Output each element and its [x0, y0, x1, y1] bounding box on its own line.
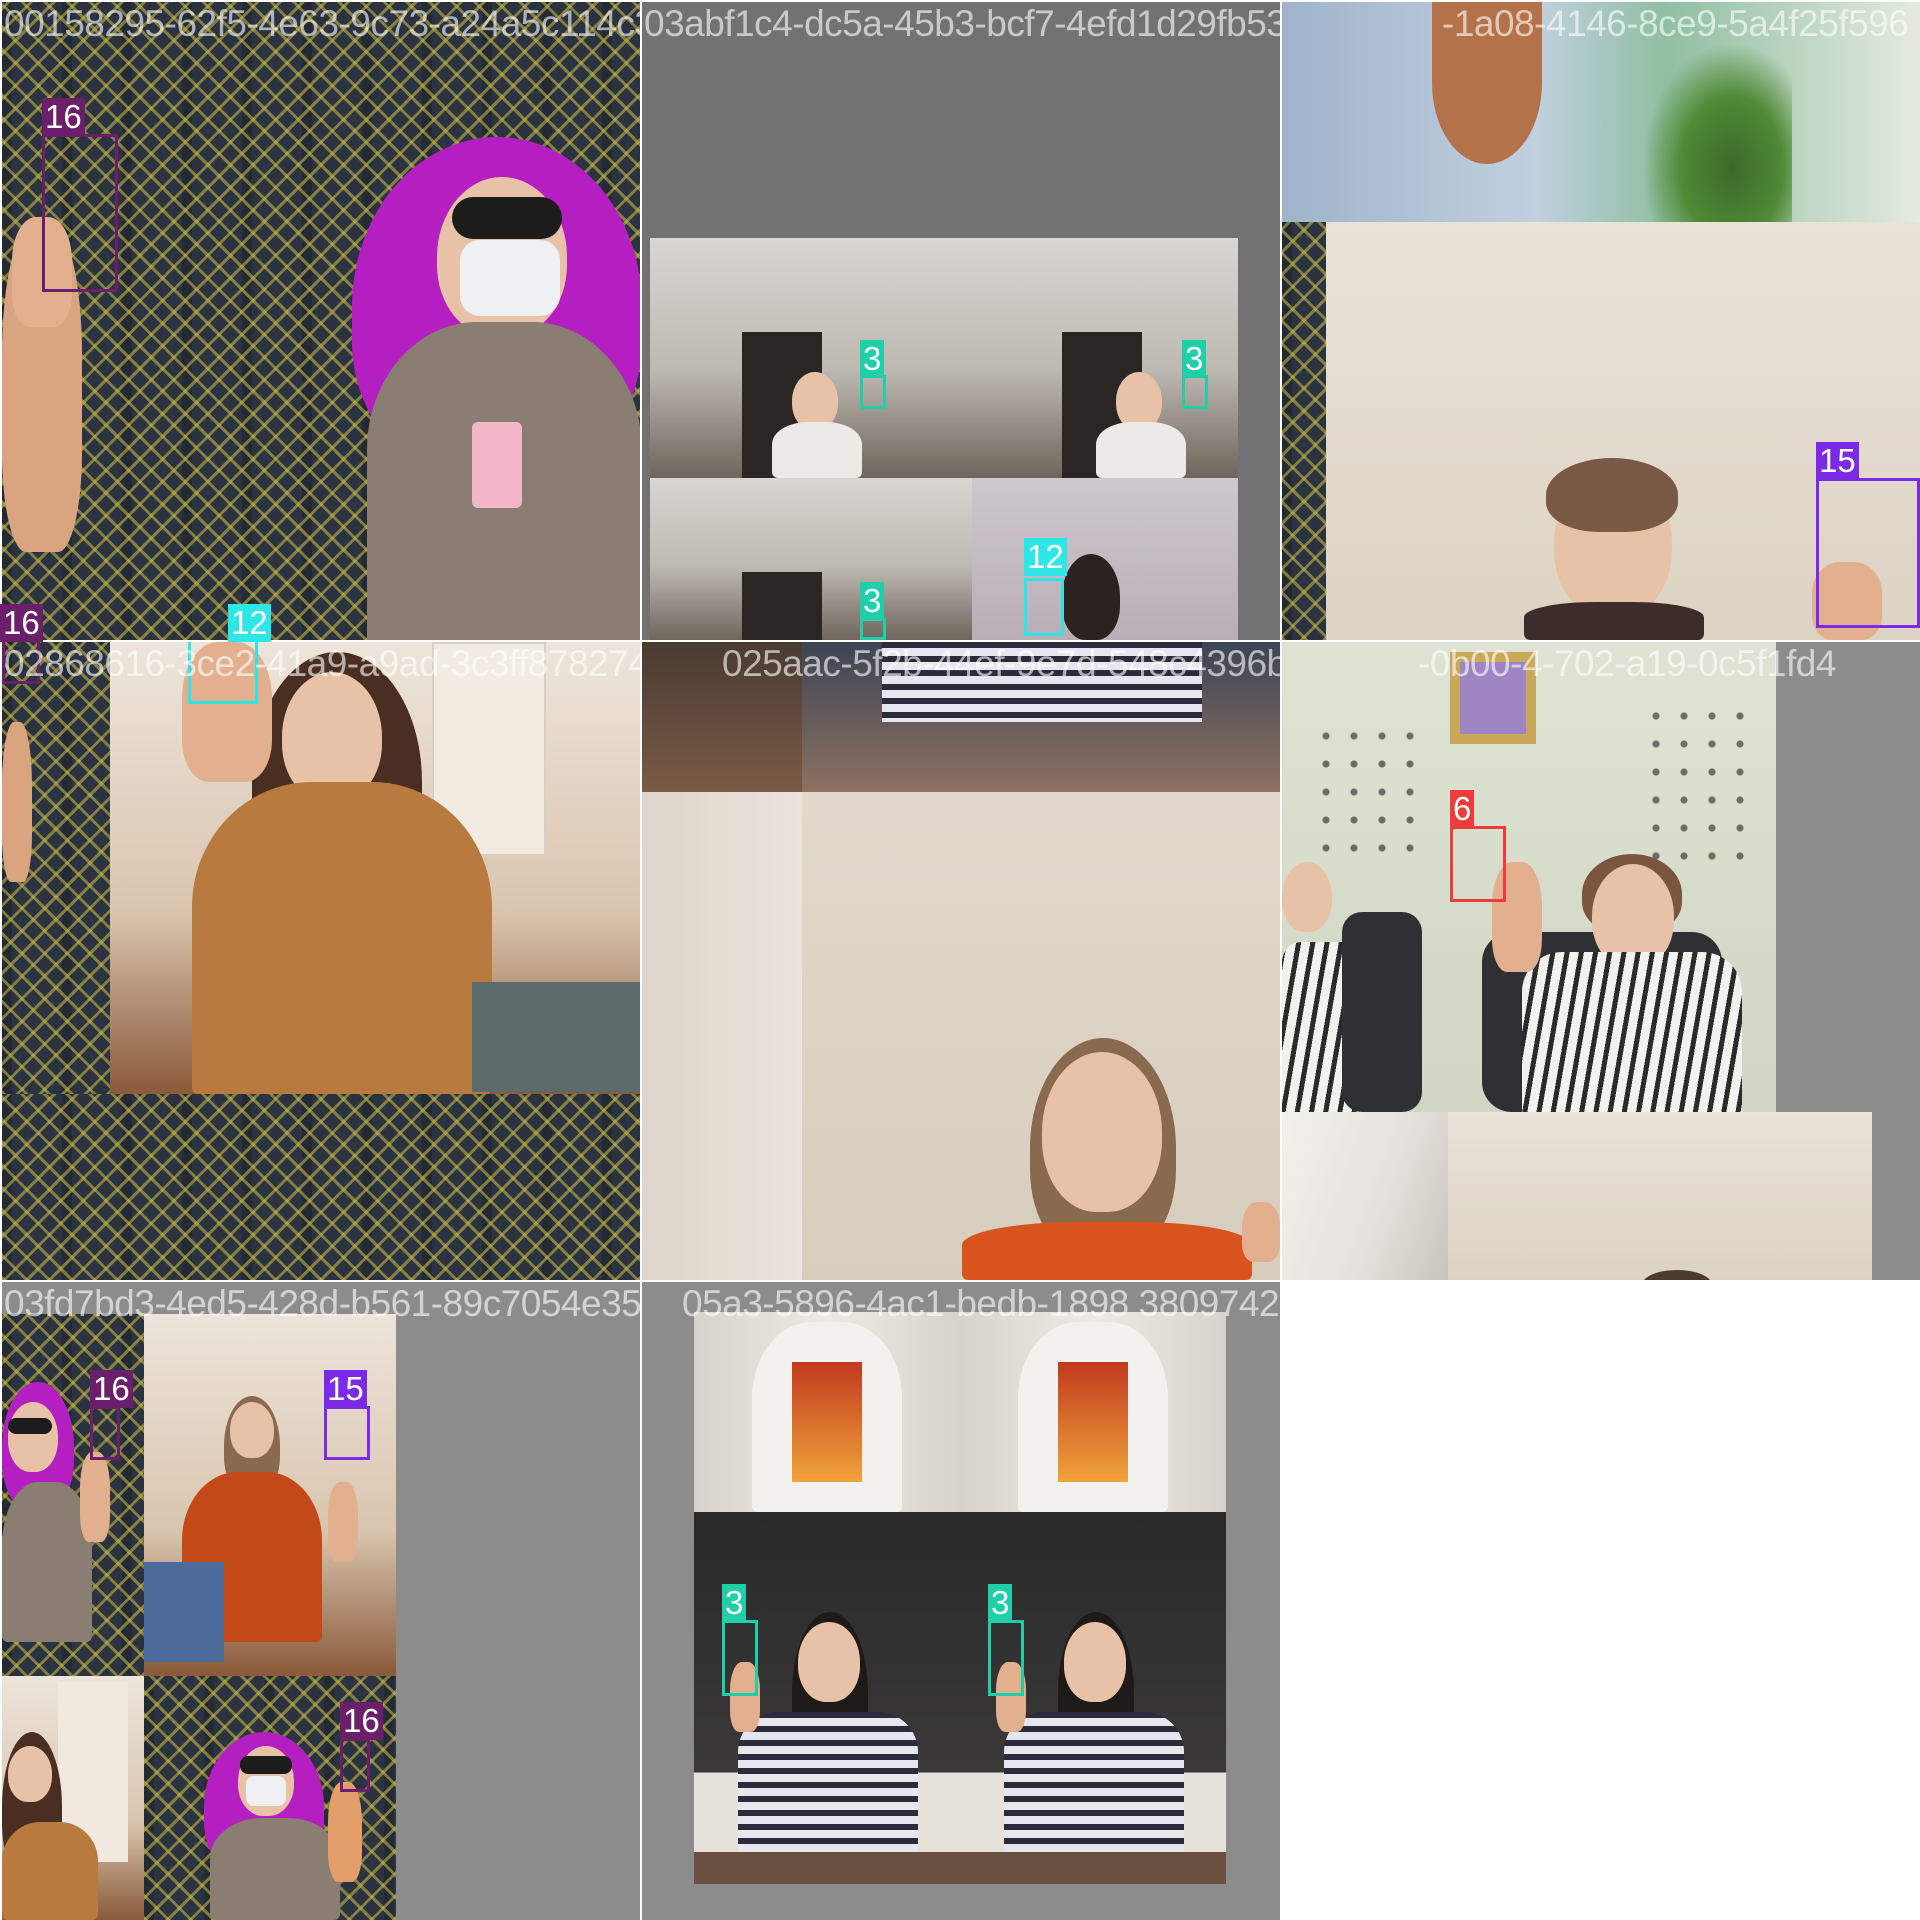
- face: [1042, 1052, 1162, 1212]
- detection-label: 3: [860, 340, 885, 378]
- hand: [1242, 1202, 1280, 1262]
- detection-box: [860, 618, 886, 640]
- detection-box: [42, 134, 118, 292]
- shirt-patch: [472, 422, 522, 508]
- detection-label: 16: [340, 1702, 383, 1740]
- raised-hand: [2, 722, 32, 882]
- raised-hand: [328, 1782, 362, 1882]
- image-filename: -1a08-4146-8ce9-5a4f25f596: [1442, 3, 1909, 44]
- mosaic-tile-0: 16 00158295-62f5-4e63-9c73-a24a5c114c3d.…: [2, 2, 640, 640]
- bookshelf: [742, 572, 822, 640]
- face: [230, 1402, 274, 1458]
- detection-label: 12: [228, 604, 271, 642]
- tshirt: [192, 782, 492, 1094]
- detection-label: 3: [860, 582, 885, 620]
- face: [1282, 862, 1332, 932]
- detection-label: 3: [988, 1584, 1013, 1622]
- shirt-print: [792, 1362, 862, 1482]
- image-filename: 03fd7bd3-4ed5-428d-b561-89c7054e3584.jpg: [4, 1283, 640, 1324]
- face: [8, 1402, 58, 1472]
- striped-shirt: [1004, 1712, 1184, 1852]
- face: [8, 1746, 52, 1802]
- tshirt: [210, 1818, 340, 1920]
- chair: [1342, 912, 1422, 1112]
- bedsheet: [144, 1562, 224, 1662]
- hair: [1062, 554, 1120, 640]
- tile-photo: [1282, 1112, 1448, 1280]
- sunglasses: [452, 197, 562, 239]
- face: [798, 1622, 860, 1702]
- wall-sticker: [1642, 702, 1762, 862]
- detection-box: [1182, 375, 1208, 409]
- tile-photo: [1282, 222, 1326, 640]
- mosaic-tile-7: 3 3 05a3-5896-4ac1-bedb-1898 3809742.jpg: [642, 1282, 1280, 1920]
- detection-box: [90, 1406, 120, 1460]
- detection-label: 16: [90, 1370, 133, 1408]
- shirt: [1096, 422, 1186, 478]
- image-filename: 025aac-5f2b-44ef-9e7d-548c4396b: [722, 643, 1280, 684]
- detection-label: 12: [1024, 538, 1067, 576]
- image-filename: 03abf1c4-dc5a-45b3-bcf7-4efd1d29fb53.jpg: [644, 3, 1280, 44]
- detection-box: [722, 1620, 758, 1696]
- hoodie: [962, 1222, 1252, 1280]
- mosaic-tile-1: 3 3 3 12 03abf1c4-dc5a-45b3-bcf7-4efd1d2…: [642, 2, 1280, 640]
- detection-label: 3: [722, 1584, 747, 1622]
- detection-box: [1450, 826, 1506, 902]
- tshirt: [2, 1822, 98, 1920]
- striped-shirt: [738, 1712, 918, 1852]
- sunglasses: [240, 1756, 292, 1774]
- raised-hand: [80, 1452, 110, 1542]
- striped-jacket: [1522, 952, 1742, 1112]
- image-filename: -0b00-4-702-a19-0c5f1fd4: [1418, 643, 1836, 684]
- mosaic-tile-4: 025aac-5f2b-44ef-9e7d-548c4396b: [642, 642, 1280, 1280]
- detection-box: [988, 1620, 1024, 1696]
- hair: [1546, 458, 1678, 532]
- detection-box: [1816, 478, 1920, 628]
- mosaic-tile-3: 02868616-3ce2-41a9-a9ad-3c3ff8782741.jpg: [2, 642, 640, 1280]
- image-filename: 02868616-3ce2-41a9-a9ad-3c3ff8782741.jpg: [4, 643, 640, 684]
- tile-photo: [642, 792, 802, 1280]
- image-filename: 05a3-5896-4ac1-bedb-1898 3809742.jpg: [682, 1283, 1280, 1324]
- detection-box: [324, 1406, 370, 1460]
- desk: [694, 1852, 1226, 1884]
- detection-box: [860, 375, 886, 409]
- plant-leaves: [1642, 42, 1792, 222]
- sunglasses: [8, 1418, 52, 1434]
- face-mask: [246, 1776, 286, 1806]
- face-mask: [460, 240, 560, 316]
- image-filename: 00158295-62f5-4e63-9c73-a24a5c114c3d.jpg: [4, 3, 640, 44]
- mosaic-tile-5: 6 -0b00-4-702-a19-0c5f1fd4: [1282, 642, 1920, 1280]
- shirt-print: [1058, 1362, 1128, 1482]
- shirt: [772, 422, 862, 478]
- tile-photo: [2, 1094, 640, 1280]
- detection-box: [340, 1738, 370, 1792]
- wall-sticker: [1312, 722, 1432, 862]
- detection-box: [1024, 578, 1064, 636]
- detection-label: 6: [1450, 790, 1475, 828]
- tile-photo: [1448, 1112, 1872, 1280]
- mosaic-tile-6: 16 15 16 03fd7bd3-4ed5-428d-b561-89c7054…: [2, 1282, 640, 1920]
- face: [1064, 1622, 1126, 1702]
- detection-label: 15: [324, 1370, 367, 1408]
- detection-label: 16: [0, 604, 43, 642]
- mosaic-tile-2: 15 -1a08-4146-8ce9-5a4f25f596: [1282, 2, 1920, 640]
- shirt: [1524, 602, 1704, 640]
- detection-label: 3: [1182, 340, 1207, 378]
- rug: [472, 982, 640, 1092]
- detection-label: 16: [42, 98, 85, 136]
- detection-label: 15: [1816, 442, 1859, 480]
- tshirt: [2, 1482, 92, 1642]
- v-sign-hand: [328, 1482, 358, 1562]
